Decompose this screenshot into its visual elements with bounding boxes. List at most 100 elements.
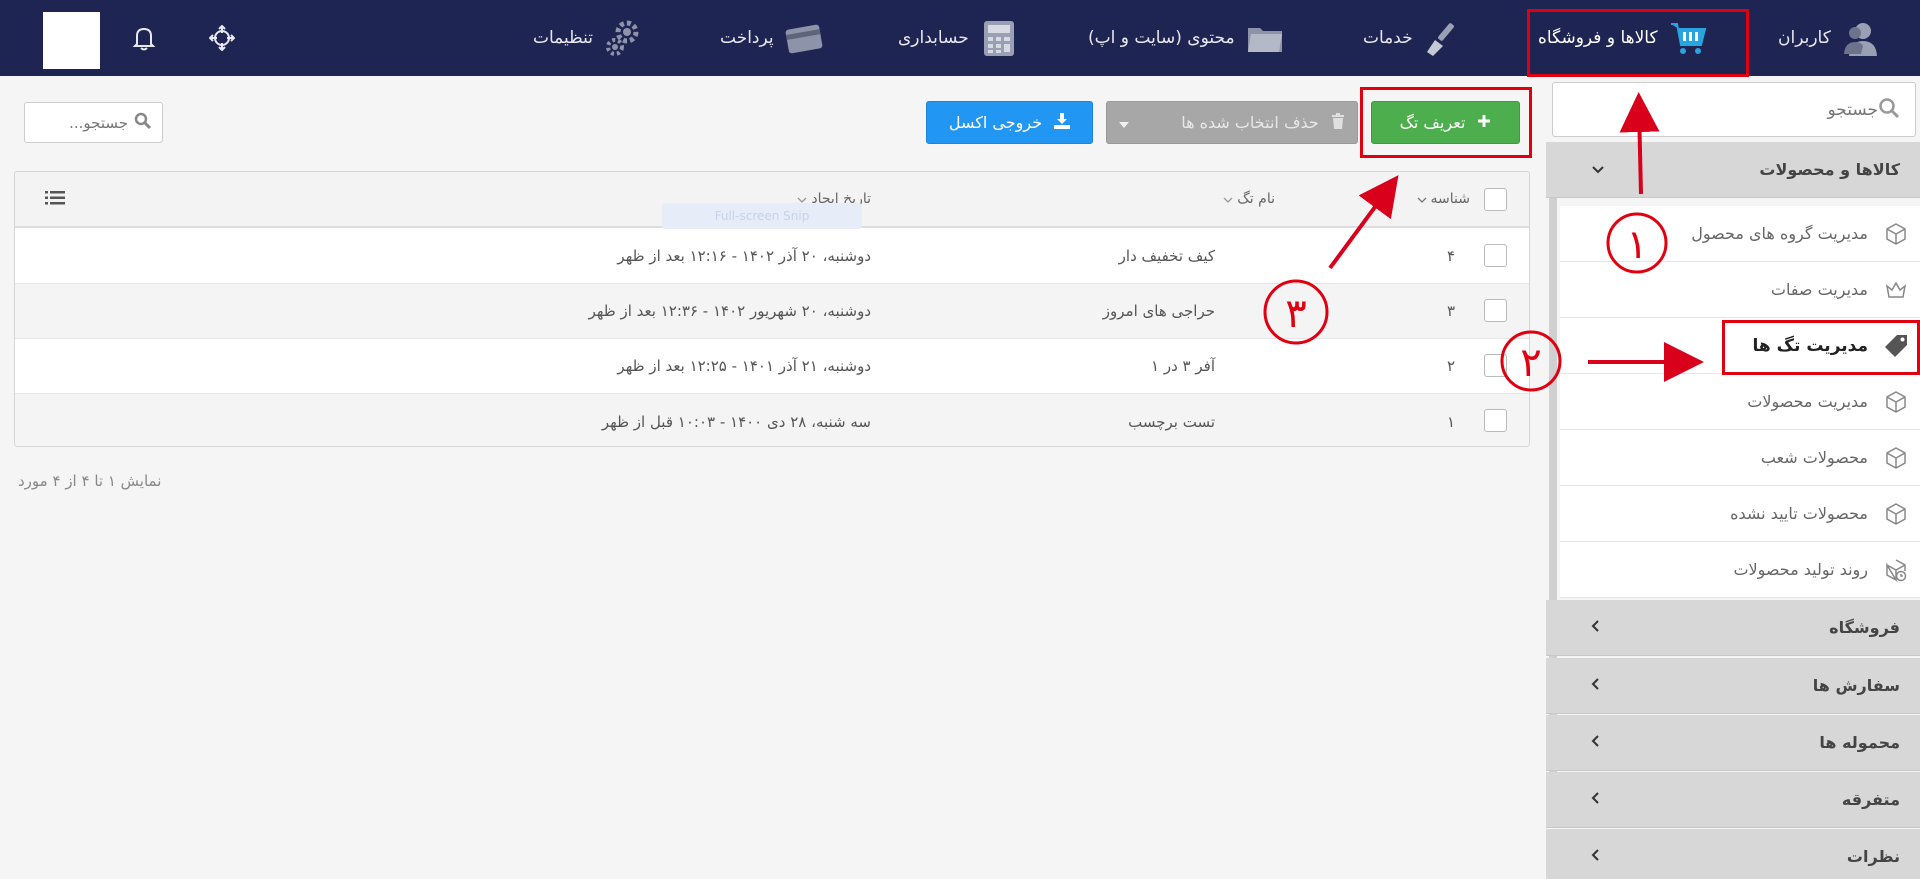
nav-accounting[interactable]: حسابداری <box>898 0 1019 76</box>
download-icon <box>1054 112 1071 133</box>
sidebar-group-products[interactable]: کالاها و محصولات <box>1546 142 1920 198</box>
nav-label: تنظیمات <box>533 28 593 48</box>
sidebar-item-label: مدیریت تگ ها <box>1752 335 1868 356</box>
sidebar-group-label: کالاها و محصولات <box>1759 160 1900 179</box>
column-list-icon[interactable] <box>45 190 65 210</box>
search-icon[interactable] <box>1878 97 1900 123</box>
chevron-left-icon <box>1591 790 1601 809</box>
sidebar-group-label: محموله ها <box>1819 733 1900 752</box>
delete-selected-button[interactable]: حذف انتخاب شده ها <box>1106 101 1358 144</box>
chevron-left-icon <box>1591 733 1601 752</box>
search-icon[interactable] <box>134 112 152 134</box>
select-all-checkbox[interactable] <box>1484 188 1507 211</box>
cell-id: ۲ <box>1446 357 1455 375</box>
column-name-label: نام تگ <box>1237 191 1275 207</box>
chevron-down-icon <box>1591 160 1605 179</box>
main-search-input[interactable] <box>38 113 128 132</box>
row-checkbox[interactable] <box>1484 409 1507 432</box>
nav-label: پرداخت <box>720 28 774 48</box>
crown-icon <box>1882 276 1910 304</box>
excel-export-label: خروجی اکسل <box>948 113 1043 132</box>
sidebar-item-label: روند تولید محصولات <box>1733 560 1868 579</box>
trash-icon <box>1331 112 1345 133</box>
sidebar-search-input[interactable] <box>1568 99 1878 120</box>
sort-icon <box>1417 191 1427 207</box>
sidebar-item-products[interactable]: مدیریت محصولات <box>1560 374 1920 430</box>
row-checkbox[interactable] <box>1484 244 1507 267</box>
user-icon <box>1841 18 1881 58</box>
add-tag-button[interactable]: تعریف تگ <box>1371 101 1520 144</box>
table-row[interactable]: ۳ حراجی های امروز دوشنبه، ۲۰ شهریور ۱۴۰۲… <box>15 284 1529 339</box>
sidebar-group-misc[interactable]: متفرقه <box>1546 772 1920 828</box>
column-header-id[interactable]: شناسه <box>1400 172 1470 226</box>
sidebar-group-comments[interactable]: نظرات <box>1546 829 1920 879</box>
cell-name: تست برچسب <box>1128 412 1215 431</box>
nav-payment[interactable]: پرداخت <box>720 0 824 76</box>
sidebar-group-label: نظرات <box>1846 847 1900 866</box>
sidebar-item-label: محصولات تایید نشده <box>1730 504 1868 523</box>
table-row[interactable]: ۲ آفر ۳ در ۱ دوشنبه، ۲۱ آذر ۱۴۰۱ - ۱۲:۲۵… <box>15 339 1529 394</box>
move-icon[interactable] <box>206 22 238 54</box>
row-checkbox[interactable] <box>1484 354 1507 377</box>
table-row[interactable]: ۱ تست برچسب سه شنبه، ۲۸ دی ۱۴۰۰ - ۱۰:۰۳ … <box>15 394 1529 446</box>
main-search[interactable] <box>24 102 163 143</box>
pagination-info: نمایش ۱ تا ۴ از ۴ مورد <box>18 472 162 490</box>
box-icon <box>1882 388 1910 416</box>
avatar[interactable] <box>43 12 100 69</box>
folder-icon <box>1245 18 1285 58</box>
box-clock-icon <box>1882 556 1910 584</box>
nav-label: کاربران <box>1778 28 1831 48</box>
dropdown-caret-icon[interactable] <box>1119 113 1130 132</box>
sidebar-search[interactable] <box>1552 82 1916 137</box>
excel-export-button[interactable]: خروجی اکسل <box>926 101 1093 144</box>
sidebar-group-label: متفرقه <box>1841 790 1900 809</box>
chevron-left-icon <box>1591 847 1601 866</box>
nav-label: کالاها و فروشگاه <box>1538 28 1658 48</box>
cell-id: ۳ <box>1446 302 1455 320</box>
bell-icon[interactable] <box>128 22 160 54</box>
sidebar-item-tags[interactable]: مدیریت تگ ها <box>1560 318 1920 374</box>
sidebar-group-shipments[interactable]: محموله ها <box>1546 715 1920 771</box>
sidebar-item-production-process[interactable]: روند تولید محصولات <box>1560 542 1920 598</box>
plus-icon <box>1477 113 1491 132</box>
cell-name: حراجی های امروز <box>1102 302 1215 320</box>
box-icon <box>1882 220 1910 248</box>
cell-created: دوشنبه، ۲۰ شهریور ۱۴۰۲ - ۱۲:۳۶ بعد از ظه… <box>588 302 871 320</box>
sidebar-item-attributes[interactable]: مدیریت صفات <box>1560 262 1920 318</box>
tag-icon <box>1882 332 1910 360</box>
cell-created: دوشنبه، ۲۰ آذر ۱۴۰۲ - ۱۲:۱۶ بعد از ظهر <box>617 247 871 265</box>
sort-icon <box>1223 191 1233 207</box>
sidebar-item-product-groups[interactable]: مدیریت گروه های محصول <box>1560 206 1920 262</box>
sidebar-item-branch-products[interactable]: محصولات شعب <box>1560 430 1920 486</box>
sidebar-group-label: فروشگاه <box>1829 618 1900 637</box>
sidebar-group-label: سفارش ها <box>1812 676 1900 695</box>
sidebar-group-orders[interactable]: سفارش ها <box>1546 658 1920 714</box>
sidebar-item-label: محصولات شعب <box>1760 448 1868 467</box>
nav-services[interactable]: خدمات <box>1363 0 1463 76</box>
shopping-cart-icon <box>1668 18 1708 58</box>
chevron-left-icon <box>1591 618 1601 637</box>
sidebar-item-label: مدیریت صفات <box>1770 280 1868 299</box>
nav-label: خدمات <box>1363 28 1413 48</box>
nav-settings[interactable]: تنظیمات <box>533 0 643 76</box>
cell-created: دوشنبه، ۲۱ آذر ۱۴۰۱ - ۱۲:۲۵ بعد از ظهر <box>617 357 871 375</box>
nav-label: محتوی (سایت و اپ) <box>1088 28 1235 48</box>
sidebar-item-unapproved-products[interactable]: محصولات تایید نشده <box>1560 486 1920 542</box>
gear-icon <box>603 18 643 58</box>
credit-card-icon <box>784 18 824 58</box>
box-icon <box>1882 500 1910 528</box>
nav-content[interactable]: محتوی (سایت و اپ) <box>1088 0 1285 76</box>
column-header-name[interactable]: نام تگ <box>1155 172 1275 226</box>
row-checkbox[interactable] <box>1484 299 1507 322</box>
sidebar-item-label: مدیریت گروه های محصول <box>1691 224 1868 243</box>
add-tag-label: تعریف تگ <box>1399 113 1466 132</box>
brush-icon <box>1423 18 1463 58</box>
cell-name: آفر ۳ در ۱ <box>1151 357 1215 375</box>
sidebar-group-store[interactable]: فروشگاه <box>1546 600 1920 656</box>
table-row[interactable]: ۴ کیف تخفیف دار دوشنبه، ۲۰ آذر ۱۴۰۲ - ۱۲… <box>15 229 1529 284</box>
nav-goods-and-store[interactable]: کالاها و فروشگاه <box>1538 0 1708 76</box>
box-icon <box>1882 444 1910 472</box>
nav-users[interactable]: کاربران <box>1778 0 1881 76</box>
snip-overlay-label: Full-screen Snip <box>662 203 862 229</box>
cell-id: ۴ <box>1446 247 1455 265</box>
